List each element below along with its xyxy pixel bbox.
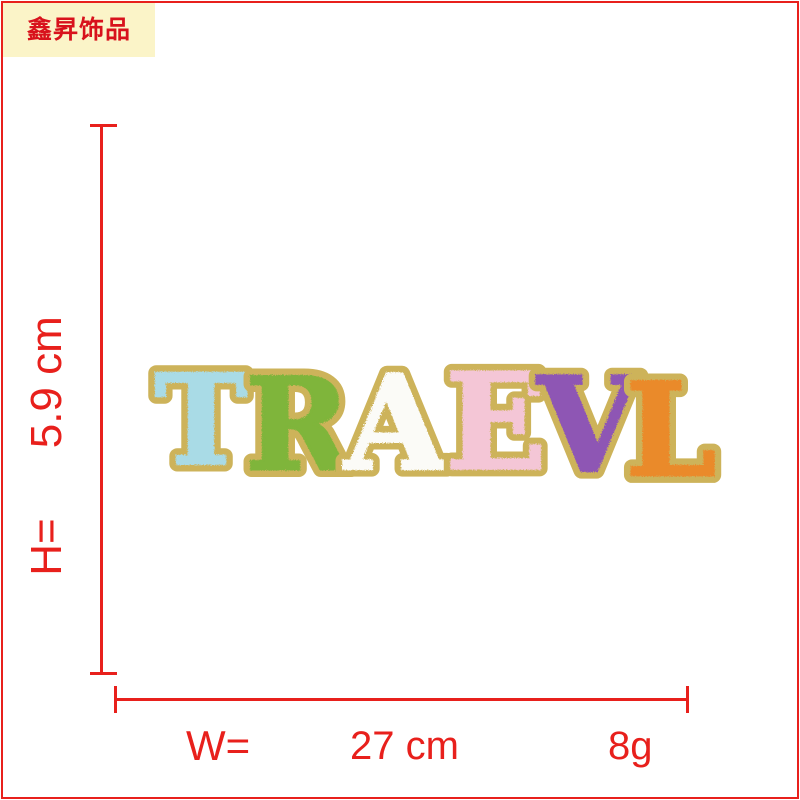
patch-letter-l: L (626, 356, 716, 506)
patch-letter-t: T (155, 348, 247, 493)
patch-letters: TTRRAA EEVVLL (147, 337, 724, 514)
patch-letter-r: R (246, 351, 352, 499)
travel-patch: TTRRAA EEVVLL (147, 337, 724, 514)
patch-letter-a: A (342, 347, 447, 500)
patch-letter-v: V (536, 349, 640, 502)
patch-letter-e: E (446, 345, 547, 500)
